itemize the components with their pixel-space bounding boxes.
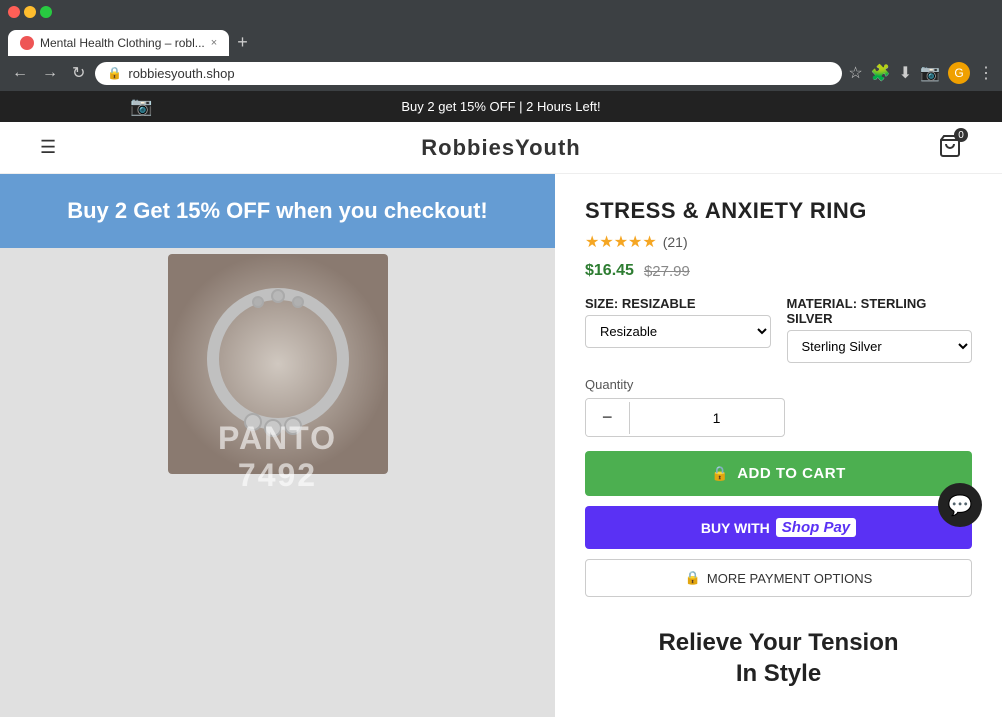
forward-button[interactable]: → — [38, 62, 62, 84]
download-icon[interactable]: ⬇ — [899, 63, 912, 83]
buy-now-label: BUY WITH — [701, 520, 770, 536]
panto-label: PANTO7492 — [0, 420, 555, 494]
extensions-icon[interactable]: 🧩 — [871, 63, 891, 83]
site-logo[interactable]: RobbiesYouth — [421, 135, 580, 161]
material-select[interactable]: Sterling Silver — [787, 330, 973, 363]
menu-icon[interactable]: ⋮ — [978, 63, 994, 83]
lock-icon-small: 🔒 — [685, 570, 701, 586]
section-heading: Relieve Your Tension In Style — [585, 611, 972, 693]
tab-title: Mental Health Clothing – robl... — [40, 36, 205, 50]
variant-section: Size: RESIZABLE Resizable Material: STER… — [585, 296, 972, 363]
price-original: $27.99 — [644, 263, 690, 280]
quantity-section: Quantity − + — [585, 377, 972, 437]
product-promo-overlay: Buy 2 Get 15% OFF when you checkout! — [0, 174, 555, 248]
address-bar-row: ← → ↻ 🔒 robbiesyouth.shop ☆ 🧩 ⬇ 📷 G ⋮ — [0, 57, 1002, 91]
url-display: robbiesyouth.shop — [128, 66, 234, 81]
refresh-button[interactable]: ↻ — [68, 61, 89, 85]
rating-row: ★★★★★ (21) — [585, 232, 972, 252]
size-label: Size: RESIZABLE — [585, 296, 771, 311]
quantity-input[interactable] — [629, 402, 785, 434]
chat-bubble-button[interactable]: 💬 — [938, 483, 982, 527]
review-count[interactable]: (21) — [663, 234, 688, 250]
product-layout: Buy 2 Get 15% OFF when you checkout! — [0, 174, 1002, 717]
instagram-icon[interactable]: 📷 — [130, 96, 152, 117]
product-details-column: STRESS & ANXIETY RING ★★★★★ (21) $16.45 … — [555, 174, 1002, 717]
product-title: STRESS & ANXIETY RING — [585, 198, 972, 224]
star-rating: ★★★★★ — [585, 232, 657, 252]
material-label: Material: STERLING SILVER — [787, 296, 973, 326]
screenshot-icon[interactable]: 📷 — [920, 63, 940, 83]
site-wrapper: 📷 Buy 2 get 15% OFF | 2 Hours Left! ☰ Ro… — [0, 91, 1002, 717]
more-payment-label: MORE PAYMENT OPTIONS — [707, 571, 872, 586]
cart-count: 0 — [954, 128, 968, 142]
close-window-button[interactable] — [8, 6, 20, 18]
product-image-column: Buy 2 Get 15% OFF when you checkout! — [0, 174, 555, 717]
quantity-decrease-button[interactable]: − — [586, 399, 629, 436]
announcement-bar: 📷 Buy 2 get 15% OFF | 2 Hours Left! — [0, 91, 1002, 122]
add-to-cart-label: ADD TO CART — [737, 465, 846, 482]
browser-chrome — [0, 0, 1002, 24]
lock-icon: 🔒 — [107, 66, 122, 80]
back-button[interactable]: ← — [8, 62, 32, 84]
minimize-window-button[interactable] — [24, 6, 36, 18]
quantity-label: Quantity — [585, 377, 972, 392]
site-header: ☰ RobbiesYouth 0 — [0, 122, 1002, 174]
lock-icon: 🔒 — [711, 465, 729, 482]
material-variant-group: Material: STERLING SILVER Sterling Silve… — [787, 296, 973, 363]
bookmark-icon[interactable]: ☆ — [848, 63, 862, 83]
tab-favicon — [20, 36, 34, 50]
chat-icon: 💬 — [948, 493, 973, 518]
maximize-window-button[interactable] — [40, 6, 52, 18]
active-tab[interactable]: Mental Health Clothing – robl... × — [8, 30, 229, 56]
toolbar-icons: ☆ 🧩 ⬇ 📷 G ⋮ — [848, 62, 994, 84]
add-to-cart-button[interactable]: 🔒 ADD TO CART — [585, 451, 972, 496]
tab-bar: Mental Health Clothing – robl... × + — [0, 24, 1002, 57]
price-current: $16.45 — [585, 262, 634, 280]
new-tab-button[interactable]: + — [233, 28, 252, 57]
size-select[interactable]: Resizable — [585, 315, 771, 348]
price-row: $16.45 $27.99 — [585, 262, 972, 280]
announcement-bar-wrapper: 📷 Buy 2 get 15% OFF | 2 Hours Left! — [0, 91, 1002, 122]
hamburger-menu-icon[interactable]: ☰ — [40, 137, 56, 158]
more-payment-options-button[interactable]: 🔒 MORE PAYMENT OPTIONS — [585, 559, 972, 597]
shop-pay-logo: Shop Pay — [776, 518, 856, 537]
address-bar[interactable]: 🔒 robbiesyouth.shop — [95, 62, 842, 85]
heading-line1: Relieve Your Tension — [585, 627, 972, 658]
cart-button[interactable]: 0 — [938, 134, 962, 161]
profile-avatar[interactable]: G — [948, 62, 970, 84]
tab-close-icon[interactable]: × — [211, 37, 217, 49]
buy-now-button[interactable]: BUY WITH Shop Pay — [585, 506, 972, 549]
announcement-text: Buy 2 get 15% OFF | 2 Hours Left! — [401, 99, 600, 114]
window-controls[interactable] — [8, 6, 52, 18]
heading-line2: In Style — [585, 658, 972, 689]
size-variant-group: Size: RESIZABLE Resizable — [585, 296, 771, 363]
quantity-stepper: − + — [585, 398, 785, 437]
